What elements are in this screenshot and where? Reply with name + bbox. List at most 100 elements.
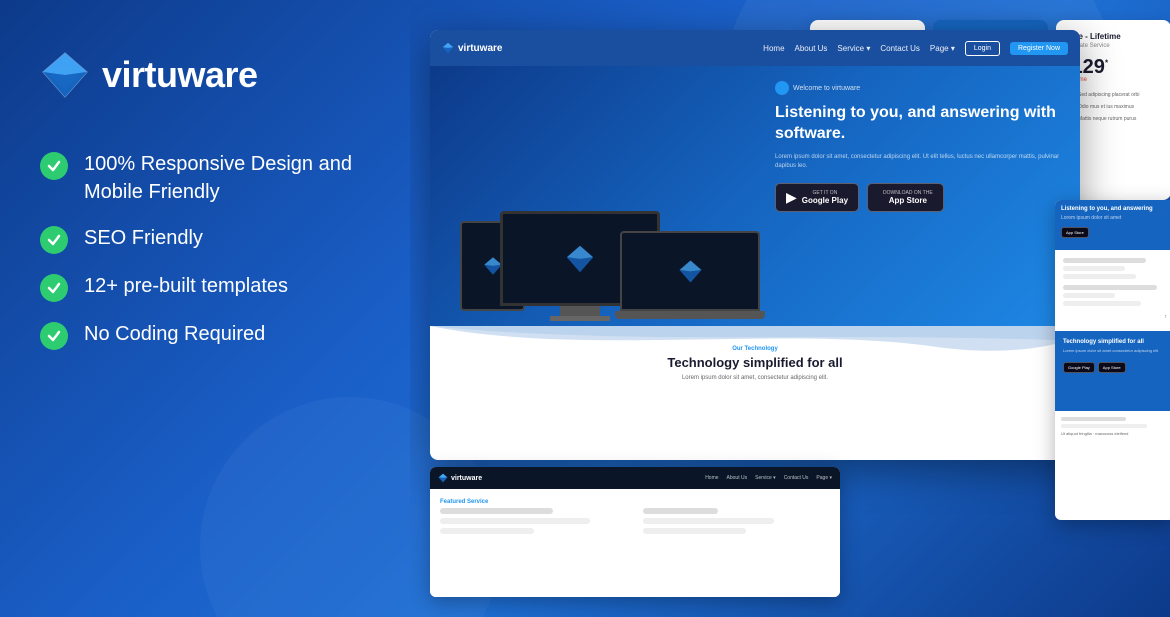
feature-text-responsive: 100% Responsive Design and Mobile Friend… [84,150,390,206]
bottom-nav-links: Home About Us Service ▾ Contact Us Page … [705,475,832,481]
rs-bar-6 [1063,301,1141,306]
welcome-badge: Welcome to virtuware [775,81,1065,95]
placeholder-bar-3 [440,528,534,534]
rs-content: ↑ [1055,250,1170,331]
rs-footer-section: Ut aliquot fringilla · maxocoss eleifend [1055,411,1170,442]
screenshot-nav-links: Home About Us Service ▾ Contact Us Page … [763,41,1068,56]
plan-name-elite: Elite - Lifetime [1066,32,1161,41]
bl-nav-service: Service ▾ [755,475,776,481]
logo-icon [40,50,90,100]
bottom-left-screenshot: virtuware Home About Us Service ▾ Contac… [430,467,840,597]
nav-link-service: Service ▾ [837,44,870,53]
rs-bar-5 [1063,293,1115,298]
rs-bar-4 [1063,285,1157,290]
featured-label: Featured Service [440,499,830,505]
bottom-left-col [440,508,628,534]
placeholder-bar-4 [643,508,718,514]
rs-bar-3 [1063,274,1136,279]
rs-footer-bar-2 [1061,424,1147,428]
logo-text: virtuware [102,54,258,96]
main-container: virtuware 100% Responsive Design and Mob… [0,0,1170,617]
logo-area: virtuware [40,50,390,100]
feature-item-no-coding: No Coding Required [40,320,390,350]
feature-text-templates: 12+ pre-built templates [84,272,288,300]
rs-blue-subtitle: Lorem ipsum dolor sit amet consectetur a… [1063,348,1167,353]
left-panel: virtuware 100% Responsive Design and Mob… [0,0,430,617]
rs-bar-2 [1063,266,1125,271]
rs-blue-title: Technology simplified for all [1063,339,1167,345]
plan-feature-text-elite-3: Mattis neque rutrum purus [1078,116,1136,122]
rs-google-text: Google Play [1068,365,1090,370]
laptop-base [615,311,765,319]
welcome-text: Welcome to virtuware [793,85,860,92]
rs-store-text: App Store [1066,230,1084,235]
rs-bar-1 [1063,258,1146,263]
check-icon-no-coding [40,322,68,350]
bottom-nav: virtuware Home About Us Service ▾ Contac… [430,467,840,489]
hero-title: Listening to you, and answering with sof… [775,103,1065,145]
placeholder-bar-2 [440,518,590,524]
nav-register-button[interactable]: Register Now [1010,42,1068,55]
tech-title: Technology simplified for all [450,355,1060,372]
google-play-button[interactable]: ▶ GET IT ON Google Play [775,183,859,212]
hero-right-content: Welcome to virtuware Listening to you, a… [775,81,1065,212]
app-store-name: App Store [883,196,933,205]
screenshot-nav-logo: virtuware [442,42,502,54]
check-icon-templates [40,274,68,302]
nav-login-button[interactable]: Login [965,41,1000,56]
wave-svg [430,326,1080,356]
nav-link-page: Page ▾ [930,44,955,53]
rs-hero-title: Listening to you, and answering [1061,206,1169,212]
google-play-name: Google Play [802,196,848,205]
rs-footer-bar-1 [1061,417,1126,421]
plan-feature-elite-1: ✓ Sed adipiscing placerat orbi [1066,91,1161,99]
bl-nav-page: Page ▾ [816,475,832,481]
plan-price-elite: $129* [1066,57,1161,77]
google-play-text: GET IT ON Google Play [802,190,848,205]
bottom-right-col [643,508,831,534]
screenshot-nav: virtuware Home About Us Service ▾ Contac… [430,30,1080,66]
hero-subtitle: Lorem ipsum dolor sit amet, consectetur … [775,153,1065,171]
wave-section: Our Technology Technology simplified for… [430,326,1080,420]
tech-subtitle: Lorem ipsum dolor sit amet, consectetur … [450,375,1060,381]
rs-app-store-btn: App Store [1061,227,1089,238]
check-icon-responsive [40,152,68,180]
monitor-stand [560,306,600,316]
bl-nav-about: About Us [727,475,748,481]
rs-apple-text: App Store [1103,365,1121,370]
feature-item-templates: 12+ pre-built templates [40,272,390,302]
rs-blue-section: Technology simplified for all Lorem ipsu… [1055,331,1170,411]
bl-nav-contact: Contact Us [784,475,809,481]
feature-text-seo: SEO Friendly [84,224,203,252]
welcome-badge-icon [775,81,789,95]
placeholder-bar-1 [440,508,553,514]
google-play-icon: ▶ [786,189,797,206]
nav-link-about: About Us [795,44,828,53]
features-list: 100% Responsive Design and Mobile Friend… [40,150,390,368]
plan-feature-elite-2: ✓ Odio mus et ius maximus [1066,103,1161,111]
laptop-mockup [620,231,760,326]
feature-item-seo: SEO Friendly [40,224,390,254]
feature-item-responsive: 100% Responsive Design and Mobile Friend… [40,150,390,206]
device-group [450,106,770,326]
right-area: Basic - Lifetime Basic Service $39* Life… [410,0,1170,617]
store-buttons: ▶ GET IT ON Google Play Download on the … [775,183,1065,212]
rs-footer-text: Ut aliquot fringilla · maxocoss eleifend [1061,431,1169,436]
check-icon-seo [40,226,68,254]
nav-link-home: Home [763,44,784,53]
plan-feature-text-elite-2: Odio mus et ius maximus [1078,104,1134,110]
nav-link-contact: Contact Us [880,44,920,53]
placeholder-bar-5 [643,518,774,524]
rs-hero-subtitle: Lorem ipsum dolor sit amet [1061,215,1169,221]
plan-feature-text-elite-1: Sed adipiscing placerat orbi [1078,92,1139,98]
screenshot-hero: Welcome to virtuware Listening to you, a… [430,66,1080,326]
plan-feature-elite-3: ✓ Mattis neque rutrum purus [1066,115,1161,123]
app-store-button[interactable]: Download on the App Store [867,183,944,212]
rs-bottom-btns: Google Play App Store [1063,358,1167,373]
bl-nav-home: Home [705,475,718,481]
bottom-nav-logo: virtuware [438,473,482,483]
rs-header: Listening to you, and answering Lorem ip… [1055,200,1170,250]
monitor-base [550,316,610,321]
main-screenshot: virtuware Home About Us Service ▾ Contac… [430,30,1080,460]
right-small-screenshot: Listening to you, and answering Lorem ip… [1055,200,1170,520]
